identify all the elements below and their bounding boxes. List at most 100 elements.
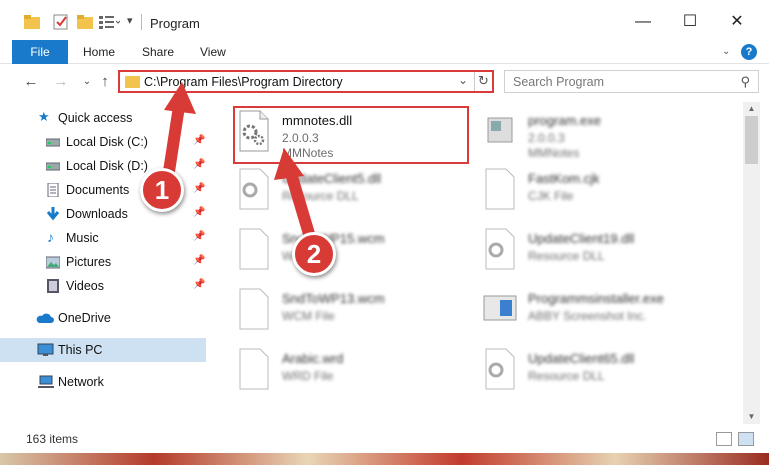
- sidebar-item-music[interactable]: ♪ Music 📌: [0, 226, 206, 250]
- blank-file-icon: [239, 288, 269, 330]
- folder-icon: [125, 76, 140, 88]
- address-path: C:\Program Files\Program Directory: [144, 75, 343, 89]
- documents-icon: [47, 183, 59, 197]
- blank-file-icon: [485, 168, 515, 210]
- minimize-button[interactable]: —: [628, 10, 658, 34]
- file-name: Programmsinstaller.exe: [528, 291, 664, 306]
- forward-arrow-icon[interactable]: →: [52, 72, 70, 92]
- details-view-icon[interactable]: [716, 432, 732, 446]
- folder-icon[interactable]: [23, 13, 41, 31]
- download-icon: [46, 207, 60, 221]
- sidebar-item-pictures[interactable]: Pictures 📌: [0, 250, 206, 274]
- sidebar-item-videos[interactable]: Videos 📌: [0, 274, 206, 298]
- file-type: Resource DLL: [528, 249, 605, 263]
- large-icons-view-icon[interactable]: [738, 432, 754, 446]
- vertical-scrollbar[interactable]: ▲ ▼: [743, 102, 760, 424]
- ribbon-expand-icon[interactable]: ⌄: [722, 46, 734, 58]
- videos-icon: [47, 279, 59, 293]
- sidebar-item-label: Videos: [66, 279, 104, 293]
- pin-icon[interactable]: 📌: [193, 279, 205, 290]
- tab-home[interactable]: Home: [83, 40, 115, 64]
- maximize-button[interactable]: ☐: [675, 10, 705, 34]
- file-publisher: ABBY Screenshot Inc.: [528, 309, 647, 323]
- list-item[interactable]: Arabic.wrd WRD File: [236, 348, 476, 402]
- computer-icon: [37, 343, 54, 356]
- exe-icon: [487, 117, 513, 143]
- help-icon[interactable]: ?: [741, 44, 757, 60]
- properties-icon[interactable]: [52, 13, 70, 31]
- dll-gear-icon: [239, 168, 269, 210]
- up-arrow-icon[interactable]: ↑: [96, 72, 114, 92]
- dll-gear-icon: [485, 348, 515, 390]
- customize-toolbar-icon[interactable]: ▾: [127, 14, 133, 32]
- music-icon: ♪: [47, 229, 54, 245]
- sidebar-item-onedrive[interactable]: OneDrive: [0, 306, 206, 330]
- recent-locations-icon[interactable]: ⌄: [78, 72, 96, 92]
- tab-view[interactable]: View: [200, 40, 226, 64]
- close-button[interactable]: ✕: [722, 10, 752, 34]
- file-name: FastKom.cjk: [528, 171, 600, 186]
- scroll-up-icon[interactable]: ▲: [743, 102, 760, 116]
- file-type: CJK File: [528, 189, 574, 203]
- search-input[interactable]: Search Program ⚲: [504, 70, 759, 93]
- file-type: Resource DLL: [282, 189, 359, 203]
- pin-icon[interactable]: 📌: [193, 231, 205, 242]
- sidebar-item-label: This PC: [58, 343, 103, 357]
- scrollbar-thumb[interactable]: [745, 116, 758, 164]
- sidebar-item-local-disk-c[interactable]: Local Disk (C:) 📌: [0, 130, 206, 154]
- pin-icon[interactable]: 📌: [193, 207, 205, 218]
- sidebar-item-label: Downloads: [66, 207, 128, 221]
- title-separator: [141, 14, 142, 30]
- sidebar-item-this-pc[interactable]: This PC: [0, 338, 206, 362]
- file-type: Resource DLL: [528, 369, 605, 383]
- refresh-icon[interactable]: ↻: [474, 72, 492, 91]
- ribbon-tabs: File Home Share View: [0, 40, 769, 64]
- pin-icon[interactable]: 📌: [193, 159, 205, 170]
- file-name: SndToWP13.wcm: [282, 291, 385, 306]
- blank-file-icon: [239, 348, 269, 390]
- list-item[interactable]: Programmsinstaller.exe ABBY Screenshot I…: [482, 288, 722, 342]
- new-folder-icon[interactable]: [76, 13, 94, 31]
- list-item[interactable]: SndToWP15.wcm WCM File: [236, 228, 476, 282]
- list-item[interactable]: FastKom.cjk CJK File: [482, 168, 722, 222]
- sidebar-item-label: Local Disk (C:): [66, 135, 148, 149]
- pin-icon[interactable]: 📌: [193, 183, 205, 194]
- item-count: 163 items: [26, 432, 79, 446]
- file-type: WRD File: [282, 369, 334, 383]
- list-item[interactable]: program.exe 2.0.0.3 MMNotes: [482, 110, 722, 164]
- pictures-icon: [46, 256, 60, 269]
- search-placeholder: Search Program: [513, 75, 605, 89]
- list-item[interactable]: UpdateClient5.dll Resource DLL: [236, 168, 476, 222]
- file-name: UpdateClient65.dll: [528, 351, 635, 366]
- explorer-window: ▾ Program — ☐ ✕ File Home Share View ⌄ ?…: [0, 0, 769, 453]
- list-item[interactable]: UpdateClient65.dll Resource DLL: [482, 348, 722, 402]
- view-options-icon[interactable]: [98, 13, 120, 31]
- chevron-down-icon[interactable]: ⌄: [458, 73, 468, 87]
- window-title: Program: [150, 16, 200, 31]
- title-bar: ▾ Program — ☐ ✕: [0, 0, 769, 40]
- tab-file[interactable]: File: [12, 40, 68, 64]
- address-bar[interactable]: C:\Program Files\Program Directory ⌄ ↻: [118, 70, 494, 93]
- file-type: WCM File: [282, 309, 335, 323]
- sidebar-item-label: Documents: [66, 183, 130, 197]
- callout-badge-2: 2: [292, 232, 336, 276]
- blank-file-icon: [239, 228, 269, 270]
- back-arrow-icon[interactable]: ←: [22, 72, 40, 92]
- scroll-down-icon[interactable]: ▼: [743, 410, 760, 424]
- list-item[interactable]: SndToWP13.wcm WCM File: [236, 288, 476, 342]
- list-item[interactable]: UpdateClient19.dll Resource DLL: [482, 228, 722, 282]
- callout-badge-1: 1: [140, 168, 184, 212]
- file-version: 2.0.0.3: [528, 131, 565, 145]
- sidebar-item-label: Pictures: [66, 255, 112, 269]
- installer-icon: [483, 295, 517, 321]
- file-name: program.exe: [528, 113, 601, 128]
- sidebar-item-quick-access[interactable]: ★ Quick access: [0, 106, 206, 130]
- file-name: UpdateClient19.dll: [528, 231, 635, 246]
- status-bar: 163 items: [0, 424, 769, 453]
- search-icon: ⚲: [740, 74, 750, 89]
- star-icon: ★: [38, 109, 50, 124]
- pin-icon[interactable]: 📌: [193, 255, 205, 266]
- pin-icon[interactable]: 📌: [193, 135, 205, 146]
- sidebar-item-network[interactable]: Network: [0, 370, 206, 394]
- tab-share[interactable]: Share: [142, 40, 174, 64]
